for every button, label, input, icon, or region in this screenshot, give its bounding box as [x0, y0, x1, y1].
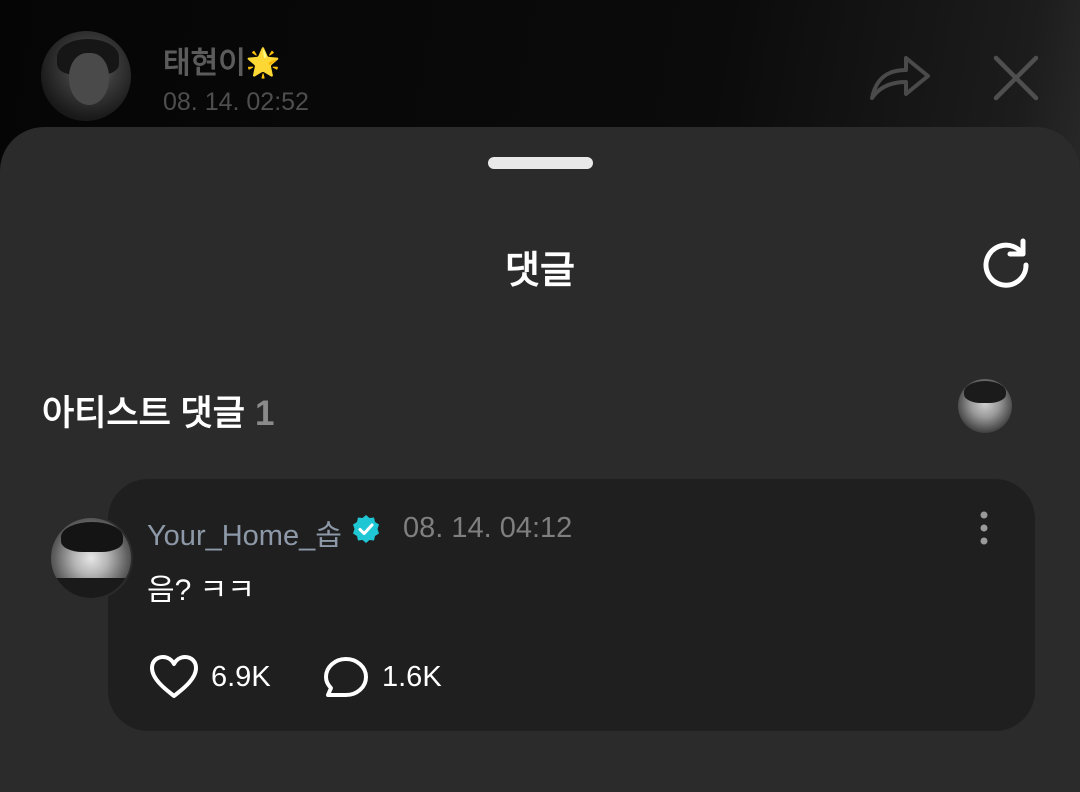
- verified-badge-icon: [351, 514, 381, 544]
- section-count: 1: [254, 394, 275, 433]
- reply-button[interactable]: [323, 656, 369, 698]
- comment-timestamp: 08. 14. 04:12: [403, 512, 573, 544]
- share-arrow-icon: [870, 56, 930, 100]
- sheet-title: 댓글: [505, 250, 575, 292]
- more-options-button[interactable]: [970, 510, 998, 546]
- close-x-icon: [993, 55, 1039, 101]
- star-emoji-icon: 🌟: [245, 47, 281, 78]
- comment-bubble-icon: [324, 657, 368, 697]
- refresh-icon: [983, 238, 1029, 288]
- close-button[interactable]: [988, 50, 1044, 106]
- post-author-name[interactable]: 태현이🌟: [163, 38, 281, 82]
- sheet-drag-handle[interactable]: [488, 157, 593, 169]
- section-title: 아티스트 댓글: [42, 394, 245, 433]
- comment-author-avatar[interactable]: [49, 516, 133, 600]
- comment-text: 음? ㅋㅋ: [147, 574, 255, 607]
- post-timestamp: 08. 14. 02:52: [163, 88, 309, 116]
- refresh-button[interactable]: [976, 235, 1036, 295]
- post-author-name-text: 태현이: [163, 47, 246, 80]
- share-button[interactable]: [866, 48, 934, 106]
- artist-avatar-small[interactable]: [958, 379, 1012, 433]
- artist-comments-header: 아티스트 댓글 1: [42, 385, 274, 436]
- heart-outline-icon: [150, 655, 198, 698]
- comments-screen: 태현이🌟 08. 14. 02:52 댓글 아티스트 댓글 1 Your_Hom…: [0, 0, 1080, 792]
- post-author-avatar[interactable]: [41, 31, 131, 121]
- more-vertical-icon: [980, 511, 988, 545]
- like-count: 6.9K: [211, 661, 271, 693]
- reply-count: 1.6K: [382, 661, 442, 693]
- post-header: 태현이🌟 08. 14. 02:52: [0, 0, 1080, 140]
- like-button[interactable]: [148, 654, 200, 700]
- comment-author-name[interactable]: Your_Home_솝: [147, 512, 342, 554]
